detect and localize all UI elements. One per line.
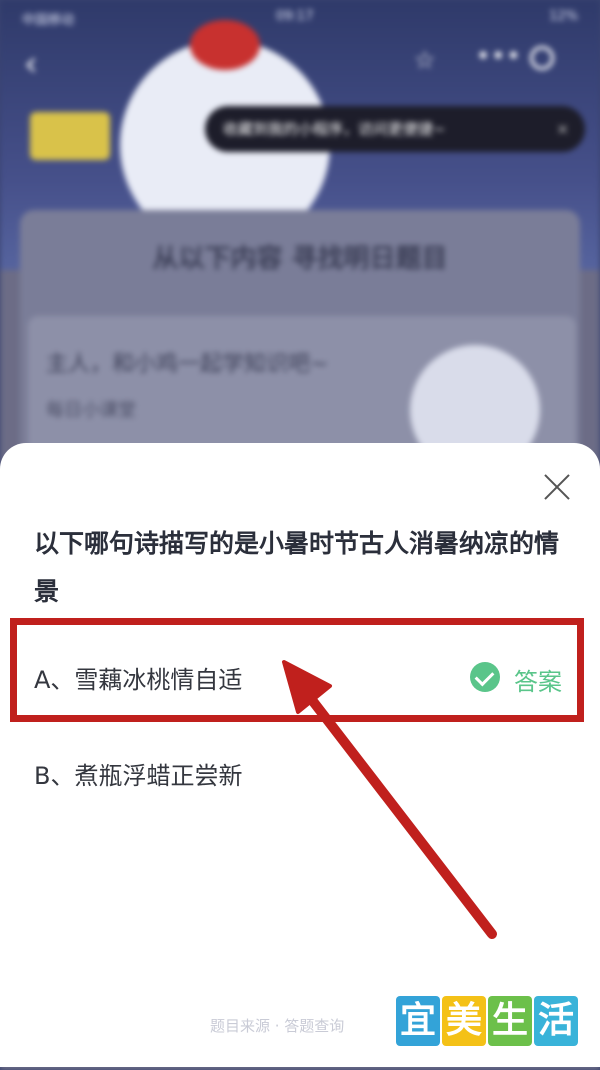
logo-char: 生 [488, 996, 532, 1046]
logo-char: 美 [442, 996, 486, 1046]
logo-char: 宜 [396, 996, 440, 1046]
logo-char: 活 [534, 996, 578, 1046]
footer-text: 题目来源 · 答题查询 [210, 1017, 345, 1035]
pointer-arrow [282, 660, 497, 939]
watermark-logo: 宜美生活 [396, 996, 580, 1046]
